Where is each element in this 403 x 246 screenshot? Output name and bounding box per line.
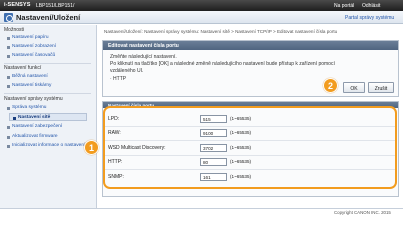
- brand-logo: i-SENSYS: [4, 2, 31, 8]
- lpd-port-input[interactable]: 515: [200, 115, 227, 123]
- settings-icon: [4, 13, 13, 22]
- instruction-line: vzdáleného UI.: [110, 68, 144, 74]
- port-range: (1~65535): [230, 116, 252, 121]
- port-range: (1~65535): [230, 130, 252, 135]
- port-range: (1~65535): [230, 145, 252, 150]
- http-port-input[interactable]: 80: [200, 158, 227, 166]
- sidebar-item-network[interactable]: Nastavení sítě: [9, 113, 87, 121]
- sidebar-item-system-management[interactable]: Správa systému: [6, 105, 46, 110]
- sidebar-item-firmware[interactable]: Aktualizovat firmware: [7, 134, 58, 139]
- port-label-wsd: WSD Multicast Discovery:: [108, 145, 166, 151]
- page-header: Nastavení/Uložení Partal správy systému: [0, 11, 403, 24]
- sidebar-item-paper[interactable]: Nastavení papíru: [7, 35, 49, 40]
- sidebar-heading-functions: Nastavení funkcí: [4, 65, 42, 71]
- page-title: Nastavení/Uložení: [16, 13, 81, 22]
- port-label-http: HTTP:: [108, 159, 123, 165]
- cancel-button[interactable]: Zrušit: [368, 82, 394, 93]
- logout-link[interactable]: Odhlásit: [362, 3, 380, 9]
- sidebar-item-timers[interactable]: Nastavení časovačů: [6, 53, 55, 58]
- sidebar-item-init-settings[interactable]: Inicializovat informace o nastavení: [6, 143, 85, 148]
- sidebar-item-common[interactable]: Běžná nastavení: [7, 74, 48, 79]
- port-range: (1~65535): [230, 174, 252, 179]
- port-range: (1~65535): [230, 159, 252, 164]
- sidebar-item-printer[interactable]: Nastavení tiskárny: [6, 83, 51, 88]
- callout-badge-1: 1: [84, 140, 99, 155]
- wsd-port-input[interactable]: 3702: [200, 144, 227, 152]
- footer-divider: [0, 208, 403, 209]
- raw-port-input[interactable]: 9100: [200, 129, 227, 137]
- instruction-line: · HTTP: [110, 76, 127, 82]
- copyright: Copyright CANON INC. 2015: [334, 210, 391, 215]
- edit-port-panel-heading: Editovat nastavení čísla portu: [103, 41, 398, 50]
- ok-button[interactable]: OK: [343, 82, 365, 93]
- sidebar-heading-system: Nastavení správy systému: [4, 96, 63, 102]
- row-divider: [105, 140, 395, 141]
- row-divider: [105, 126, 395, 127]
- port-label-raw: RAW:: [108, 130, 121, 136]
- row-divider: [105, 155, 395, 156]
- sidebar-heading-options: Možnosti: [4, 27, 25, 33]
- breadcrumb: Nastavení/Uložení: Nastavení správy syst…: [104, 29, 338, 34]
- port-label-snmp: SNMP:: [108, 174, 124, 180]
- system-management-portal-link[interactable]: Partal správy systému: [345, 15, 394, 21]
- snmp-port-input[interactable]: 161: [200, 173, 227, 181]
- top-bar: i-SENSYS LBP151/LBP151/ Na portál Odhlás…: [0, 0, 403, 11]
- instruction-line: Po kliknutí na tlačítko [OK] a následné …: [110, 61, 335, 67]
- row-divider: [105, 169, 395, 170]
- sidebar-divider: [4, 63, 91, 64]
- sidebar-item-display[interactable]: Nastavení zobrazení: [7, 44, 56, 49]
- printer-model: LBP151/LBP151/: [36, 2, 75, 9]
- sidebar-divider: [4, 93, 91, 94]
- sidebar-item-security[interactable]: Nastavení zabezpečení: [6, 124, 62, 129]
- callout-badge-2: 2: [323, 78, 338, 93]
- port-label-lpd: LPD:: [108, 116, 120, 122]
- instruction-line: Změňte následující nastavení.: [110, 54, 177, 60]
- portal-link[interactable]: Na portál: [334, 3, 354, 9]
